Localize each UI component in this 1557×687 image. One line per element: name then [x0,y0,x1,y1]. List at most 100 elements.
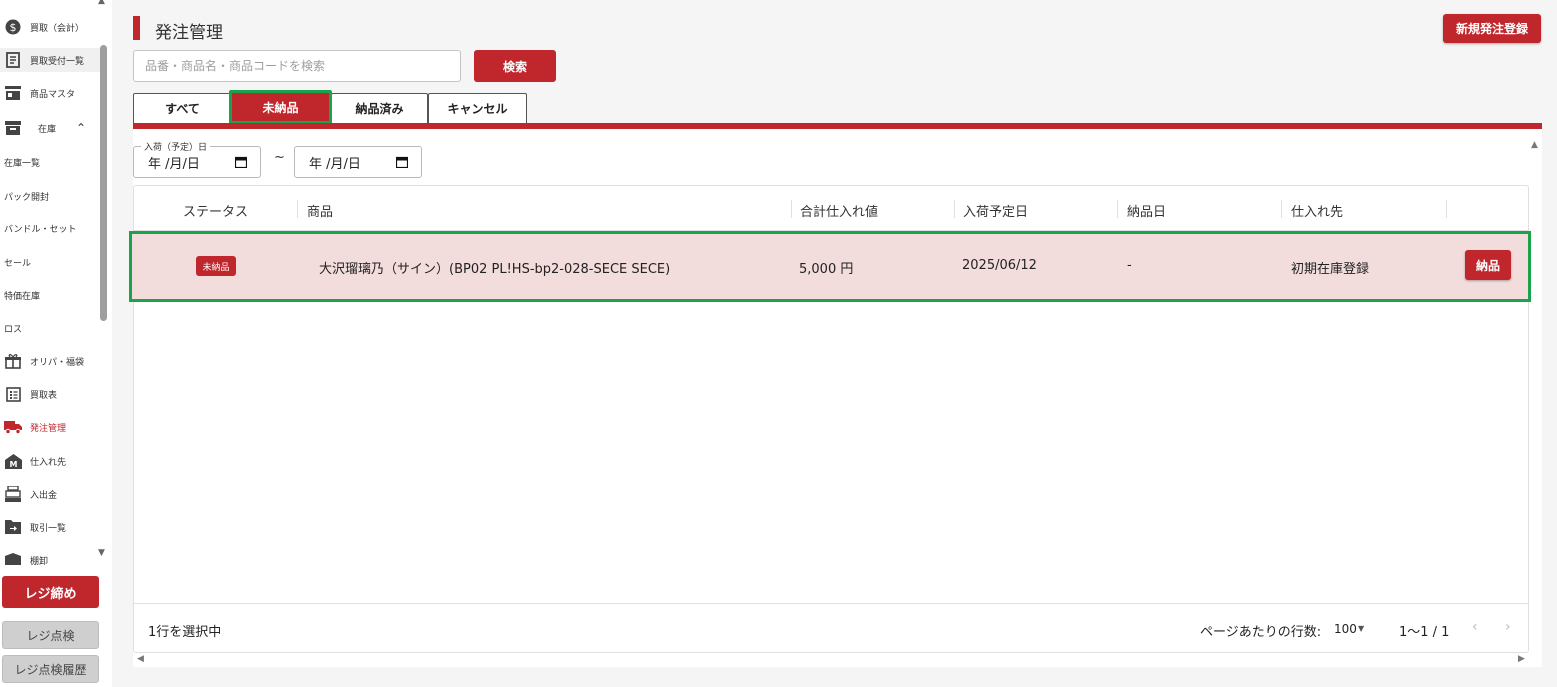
scroll-up-icon[interactable]: ▲ [1531,140,1538,150]
gift-box-icon [4,352,22,370]
column-separator [791,200,792,218]
sidebar: ▲ $ 買取（会計） 買取受付一覧 商品マスタ 在庫 ⌃ 在庫一覧 パック開封 … [0,0,112,687]
scroll-right-icon[interactable]: ▶ [1518,654,1525,664]
sidebar-item-product-master[interactable]: 商品マスタ [0,81,100,105]
cash-register-icon [4,485,22,503]
column-header-delivery-date[interactable]: 納品日 [1127,201,1166,220]
sidebar-item-oripa[interactable]: オリパ・福袋 [0,349,100,373]
cell-supplier: 初期在庫登録 [1291,262,1370,277]
register-check-button[interactable]: レジ点検 [2,621,99,649]
sidebar-item-stocktake[interactable]: 棚卸 [0,548,100,565]
sidebar-item-label: 在庫 [38,124,57,135]
truck-icon [4,418,22,436]
transfer-icon [4,518,22,536]
cell-total-cost: 5,000 円 [799,262,854,277]
sidebar-item-bundle-set[interactable]: バンドル・セット [0,216,100,240]
sidebar-item-transactions[interactable]: 取引一覧 [0,515,100,539]
sidebar-item-label: 入出金 [30,490,58,501]
cell-arrival-date: 2025/06/12 [962,258,1037,273]
column-separator [1117,200,1118,218]
chevron-up-icon[interactable]: ⌃ [76,121,86,135]
title-accent-bar [133,16,140,40]
cell-delivery-date: - [1127,258,1132,273]
sidebar-item-label: 仕入れ先 [30,457,67,468]
column-separator [1446,200,1447,218]
sidebar-nav: ▲ $ 買取（会計） 買取受付一覧 商品マスタ 在庫 ⌃ 在庫一覧 パック開封 … [0,0,112,565]
date-to-display: 年 /月/日 [309,156,361,172]
sidebar-item-purchase-table[interactable]: 買取表 [0,382,100,406]
column-separator [1281,200,1282,218]
svg-text:M: M [9,460,17,469]
date-range-separator: ~ [274,150,285,165]
inventory-icon [4,551,22,565]
sidebar-item-sale[interactable]: セール [0,250,100,274]
sidebar-item-inventory[interactable]: 在庫 ⌃ [0,116,100,140]
dollar-circle-icon: $ [4,18,22,36]
sidebar-item-purchase-checkout[interactable]: $ 買取（会計） [0,15,100,39]
page-title: 発注管理 [155,23,223,43]
tab-cancelled[interactable]: キャンセル [428,93,527,123]
sidebar-item-loss[interactable]: ロス [0,316,100,340]
sidebar-item-inventory-list[interactable]: 在庫一覧 [0,150,100,174]
cell-product: 大沢瑠璃乃（サイン）(BP02 PL!HS-bp2-028-SECE SECE) [319,262,671,277]
sidebar-scrollbar[interactable] [100,45,107,321]
sidebar-item-order-management[interactable]: 発注管理 [0,415,100,439]
search-input[interactable] [133,50,461,82]
sidebar-item-pack-opening[interactable]: パック開封 [0,184,100,208]
register-check-history-button[interactable]: レジ点検履歴 [2,655,99,683]
sidebar-scroll-down-icon[interactable]: ▼ [98,548,105,558]
sidebar-scroll-up-icon[interactable]: ▲ [98,0,105,6]
footer-divider [134,603,1528,604]
column-header-total-cost[interactable]: 合計仕入れ値 [800,201,878,220]
sidebar-item-label: 買取受付一覧 [30,56,85,67]
sidebar-item-label: 発注管理 [30,423,67,434]
sidebar-item-label: バンドル・セット [4,224,77,235]
sidebar-item-purchase-reception[interactable]: 買取受付一覧 [0,48,100,72]
tab-pending[interactable]: 未納品 [229,90,332,124]
status-badge: 未納品 [196,256,236,276]
pagination-range: 1〜1 / 1 [1399,625,1450,640]
archive-box-icon [4,119,22,137]
sidebar-item-label: オリパ・福袋 [30,357,85,368]
search-button[interactable]: 検索 [474,50,556,82]
store-icon [4,84,22,102]
column-separator [954,200,955,218]
chevron-left-icon[interactable]: ‹ [1472,619,1478,635]
sidebar-item-label: 商品マスタ [30,89,76,100]
calendar-icon[interactable] [396,156,408,168]
calendar-icon[interactable] [235,156,247,168]
column-header-product[interactable]: 商品 [307,201,333,220]
date-filter-label: 入荷（予定）日 [141,140,211,153]
svg-text:$: $ [10,21,17,34]
chevron-right-icon[interactable]: › [1505,619,1511,635]
sidebar-item-label: 棚卸 [30,556,49,566]
register-close-button[interactable]: レジ締め [2,576,99,608]
rows-per-page-label: ページあたりの行数: [1200,625,1322,640]
receipt-icon [4,51,22,69]
sidebar-item-label: セール [4,258,32,269]
arrival-date-to-input[interactable]: 年 /月/日 [294,146,422,178]
tab-delivered[interactable]: 納品済み [331,93,428,123]
sidebar-item-label: 取引一覧 [30,523,67,534]
rows-per-page-select[interactable]: 100 [1334,622,1357,636]
column-header-status[interactable]: ステータス [183,201,248,220]
sidebar-item-label: ロス [4,324,23,335]
selected-row-count: 1行を選択中 [148,625,222,640]
sidebar-item-label: 買取表 [30,390,58,401]
sidebar-item-cash[interactable]: 入出金 [0,482,100,506]
sidebar-item-special-stock[interactable]: 特価在庫 [0,283,100,307]
scroll-left-icon[interactable]: ◀ [137,654,144,664]
new-order-button[interactable]: 新規発注登録 [1443,14,1541,43]
sidebar-item-label: 買取（会計） [30,23,85,34]
warehouse-icon: M [4,452,22,470]
column-header-supplier[interactable]: 仕入れ先 [1291,201,1343,220]
sidebar-item-suppliers[interactable]: M 仕入れ先 [0,449,100,473]
sidebar-item-label: 在庫一覧 [4,158,41,169]
sidebar-item-label: 特価在庫 [4,291,41,302]
column-separator [297,200,298,218]
list-sheet-icon [4,385,22,403]
deliver-button[interactable]: 納品 [1465,250,1511,280]
caret-down-icon[interactable]: ▼ [1358,624,1364,633]
column-header-arrival-date[interactable]: 入荷予定日 [963,201,1028,220]
tab-all[interactable]: すべて [133,93,232,123]
